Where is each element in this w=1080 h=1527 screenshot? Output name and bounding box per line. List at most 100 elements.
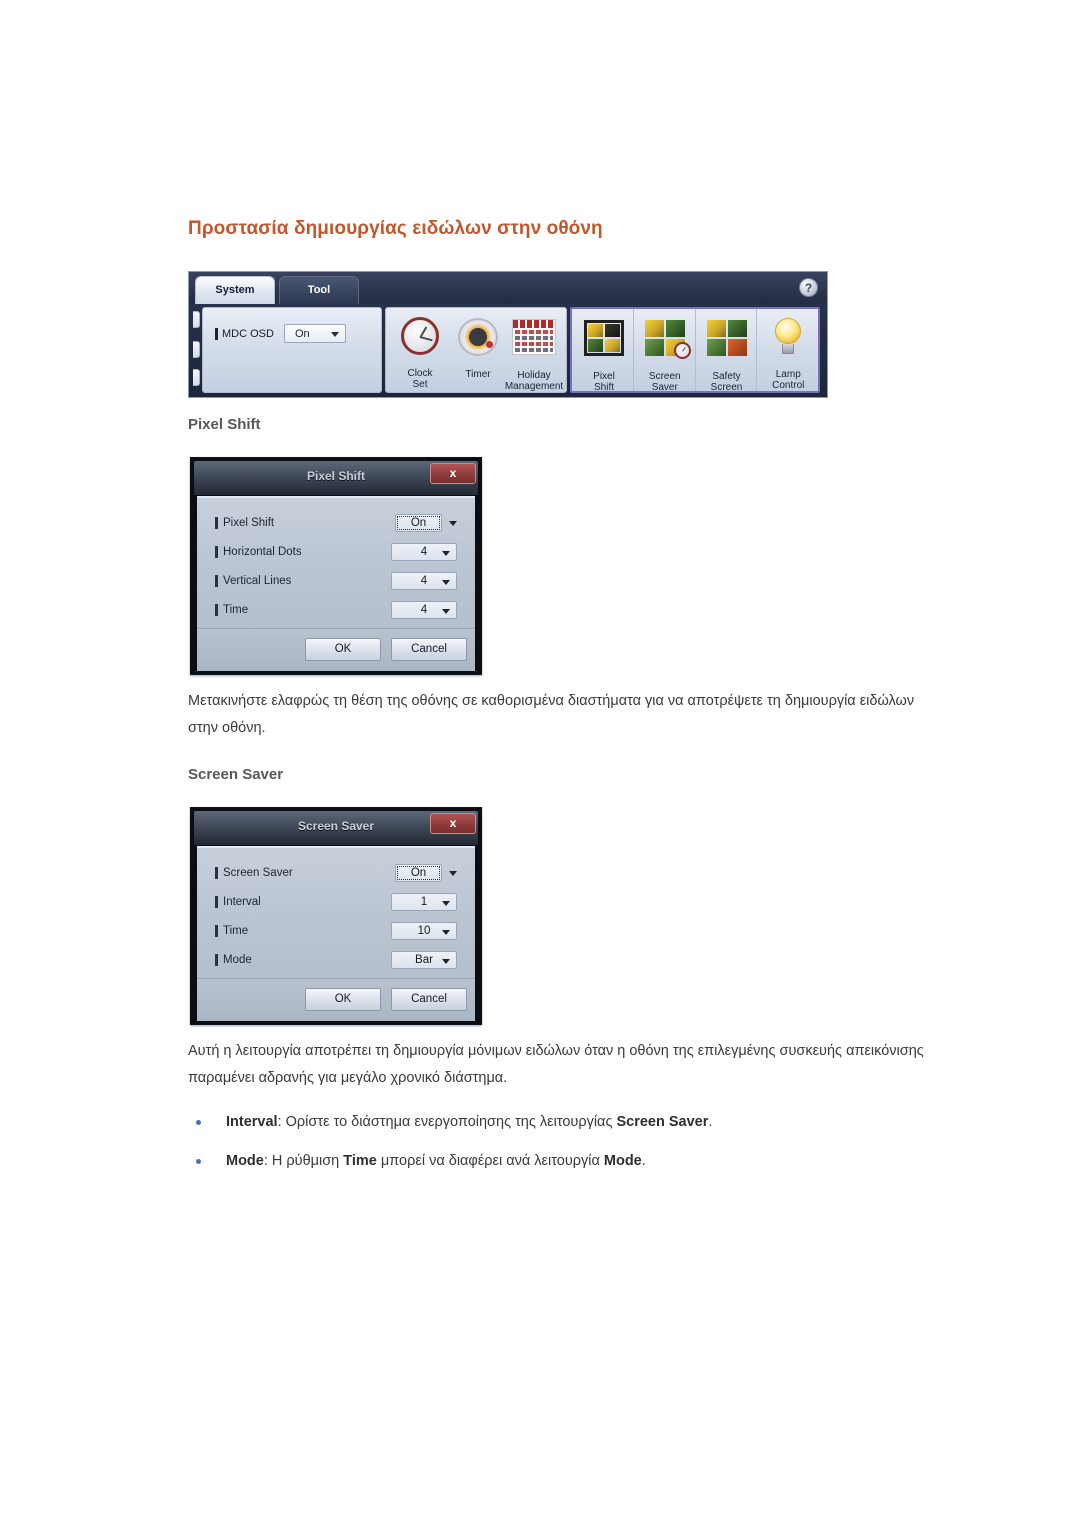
bullet-term-2: Time [343, 1153, 377, 1169]
ribbon-label-line2: Screen [710, 382, 743, 393]
field-label: Horizontal Dots [223, 546, 302, 558]
ribbon-button-clock-set[interactable]: Clock Set [390, 313, 450, 390]
dialog-footer: OK Cancel [197, 628, 475, 671]
field-row: Pixel Shift On [215, 512, 457, 534]
mdc-toolbar-screenshot: System Tool ? MDC OSD On Clock Set Timer… [188, 271, 828, 398]
ribbon-button-holiday-management[interactable]: Holiday Management [500, 313, 568, 392]
lamp-icon [759, 318, 817, 366]
mdc-osd-dropdown[interactable]: On [283, 324, 346, 343]
ribbon-label-line1: Screen [648, 371, 681, 382]
chevron-down-icon [442, 551, 450, 556]
field-value: On [410, 867, 427, 879]
field-row: Horizontal Dots 4 [215, 541, 457, 563]
cancel-button[interactable]: Cancel [391, 988, 467, 1011]
field-label: Interval [223, 896, 261, 908]
ok-button[interactable]: OK [305, 638, 381, 661]
field-row: Interval 1 [215, 891, 457, 913]
calendar-icon [500, 319, 568, 367]
ribbon-label-line2: Management [504, 381, 564, 392]
field-value: On [410, 517, 427, 529]
chevron-down-icon [442, 959, 450, 964]
group-schedule: Clock Set Timer Holiday Management [385, 307, 567, 393]
bullet-marker-icon [215, 867, 218, 879]
field-label: Pixel Shift [223, 517, 275, 529]
bullet-dot-icon [196, 1120, 201, 1125]
ribbon-label-line1: Timer [465, 369, 491, 380]
dialog-body: Screen Saver On Interval 1 Time 10 Mode … [197, 846, 475, 980]
chevron-down-icon [330, 332, 339, 337]
field-row: Time 10 [215, 920, 457, 942]
ribbon-label-line2: Shift [593, 382, 614, 393]
field-label: Time [223, 925, 249, 937]
group-screen-protection-highlighted: Pixel Shift Screen Saver Safety Screen L… [570, 307, 820, 393]
pixel-shift-paragraph: Μετακινήστε ελαφρώς τη θέση της οθόνης σ… [188, 693, 915, 736]
ribbon-button-lamp-control[interactable]: Lamp Control [757, 309, 818, 391]
screen-saver-icon [636, 320, 694, 368]
document-page: Προστασία δημιουργίας ειδώλων στην οθόνη… [0, 0, 1080, 1527]
field-row: Time 4 [215, 599, 457, 621]
bullet-text: : Ορίστε το διάστημα ενεργοποίησης της λ… [277, 1114, 617, 1130]
ribbon-label-line2: Control [772, 380, 805, 391]
bullet-marker-icon [215, 604, 218, 616]
dialog-body: Pixel Shift On Horizontal Dots 4 Vertica… [197, 496, 475, 630]
chevron-down-icon[interactable] [449, 520, 457, 526]
field-label: Time [223, 604, 249, 616]
pixel-shift-icon [576, 320, 632, 368]
screen-saver-dialog: Screen Saver x Screen Saver On Interval … [190, 807, 482, 1025]
bullet-marker-icon [215, 575, 218, 587]
cancel-button[interactable]: Cancel [391, 638, 467, 661]
bullet-text-after: . [708, 1114, 713, 1130]
chevron-down-icon [442, 901, 450, 906]
bullet-term: Mode [226, 1153, 264, 1169]
mdc-osd-value: On [294, 328, 310, 340]
ribbon-label-line1: Pixel [593, 371, 615, 382]
bullet-text-mid: μπορεί να διαφέρει ανά λειτουργία [376, 1153, 604, 1169]
bullet-marker-icon [215, 925, 218, 937]
dialog-footer: OK Cancel [197, 978, 475, 1021]
bullet-marker-icon [215, 954, 218, 966]
ribbon-button-safety-screen[interactable]: Safety Screen [696, 309, 758, 393]
ok-button[interactable]: OK [305, 988, 381, 1011]
bullet-marker-icon [215, 517, 218, 529]
ribbon-label-line1: Clock [407, 368, 433, 379]
ribbon-label-line1: Lamp [775, 369, 801, 380]
ribbon-button-screen-saver[interactable]: Screen Saver [634, 309, 696, 393]
field-dropdown-screen-saver[interactable]: On [395, 864, 442, 882]
chevron-down-icon [442, 609, 450, 614]
ribbon-button-pixel-shift[interactable]: Pixel Shift [572, 309, 634, 393]
field-dropdown-vertical-lines[interactable]: 4 [391, 572, 457, 590]
chevron-down-icon[interactable] [449, 870, 457, 876]
close-icon[interactable]: x [430, 813, 476, 834]
field-dropdown-time[interactable]: 10 [391, 922, 457, 940]
ribbon-button-timer[interactable]: Timer [448, 313, 508, 380]
tab-tool[interactable]: Tool [279, 276, 359, 304]
clock-icon [390, 317, 450, 365]
field-dropdown-interval[interactable]: 1 [391, 893, 457, 911]
bullet-dot-icon [196, 1159, 201, 1164]
list-item: Mode: Η ρύθμιση Time μπορεί να διαφέρει … [188, 1149, 948, 1174]
mdc-tab-bar: System Tool ? [189, 272, 827, 304]
field-row: Vertical Lines 4 [215, 570, 457, 592]
bullet-marker-icon [215, 546, 218, 558]
screen-saver-paragraph: Αυτή η λειτουργία αποτρέπει τη δημιουργί… [188, 1043, 924, 1086]
dialog-title-bar: Screen Saver x [194, 811, 478, 845]
dialog-title-bar: Pixel Shift x [194, 461, 478, 495]
mdc-osd-label: MDC OSD [222, 327, 274, 340]
field-dropdown-pixel-shift[interactable]: On [395, 514, 442, 532]
chevron-down-icon [442, 580, 450, 585]
field-dropdown-horizontal-dots[interactable]: 4 [391, 543, 457, 561]
ribbon-label-line1: Holiday [517, 370, 551, 381]
field-dropdown-time[interactable]: 4 [391, 601, 457, 619]
close-icon[interactable]: x [430, 463, 476, 484]
pixel-shift-dialog: Pixel Shift x Pixel Shift On Horizontal … [190, 457, 482, 675]
tab-system[interactable]: System [195, 276, 275, 304]
bullet-marker-icon [215, 327, 218, 340]
field-dropdown-mode[interactable]: Bar [391, 951, 457, 969]
mdc-ribbon-body: MDC OSD On Clock Set Timer Holiday Manag… [189, 304, 827, 397]
ribbon-label-line1: Safety [712, 371, 741, 382]
bullet-text-after: . [641, 1153, 646, 1169]
ribbon-label-line2: Set [412, 379, 428, 390]
field-label: Vertical Lines [223, 575, 292, 587]
help-icon[interactable]: ? [799, 278, 818, 297]
field-row: Mode Bar [215, 949, 457, 971]
